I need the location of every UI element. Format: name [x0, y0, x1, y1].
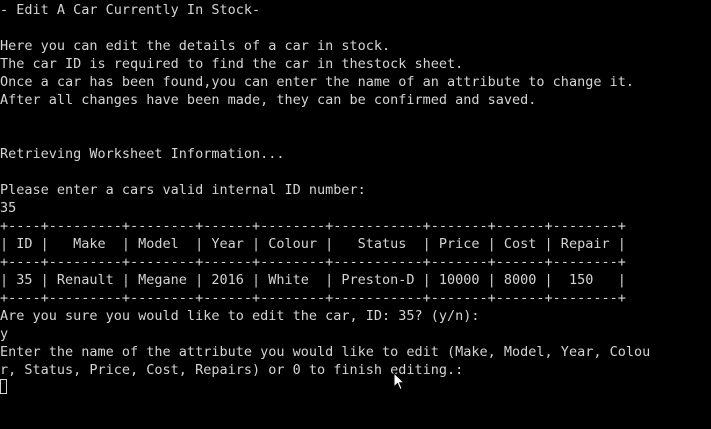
table-header-row: | ID | Make | Model | Year | Colour | St…: [0, 236, 626, 252]
intro-line-1: Here you can edit the details of a car i…: [0, 38, 391, 54]
id-input-echo: 35: [0, 200, 17, 216]
table-row: | 35 | Renault | Megane | 2016 | White |…: [0, 272, 626, 288]
terminal-window[interactable]: - Edit A Car Currently In Stock- Here yo…: [0, 0, 711, 429]
input-line[interactable]: [0, 379, 711, 397]
table-border-middle: +----+---------+--------+------+--------…: [0, 254, 626, 270]
table-border-bottom: +----+---------+--------+------+--------…: [0, 290, 626, 306]
mouse-pointer-icon: [393, 372, 405, 391]
confirm-input-echo: y: [0, 326, 9, 342]
attribute-prompt-line-2: r, Status, Price, Cost, Repairs) or 0 to…: [0, 362, 464, 378]
status-message: Retrieving Worksheet Information...: [0, 146, 285, 162]
table-border-top: +----+---------+--------+------+--------…: [0, 218, 626, 234]
intro-line-4: After all changes have been made, they c…: [0, 92, 537, 108]
intro-line-3: Once a car has been found,you can enter …: [0, 74, 634, 90]
confirm-prompt: Are you sure you would like to edit the …: [0, 308, 480, 324]
screen-title: - Edit A Car Currently In Stock-: [0, 2, 261, 18]
id-prompt: Please enter a cars valid internal ID nu…: [0, 182, 366, 198]
attribute-prompt-line-1: Enter the name of the attribute you woul…: [0, 344, 651, 360]
intro-line-2: The car ID is required to find the car i…: [0, 56, 464, 72]
block-cursor-icon[interactable]: [0, 379, 7, 394]
